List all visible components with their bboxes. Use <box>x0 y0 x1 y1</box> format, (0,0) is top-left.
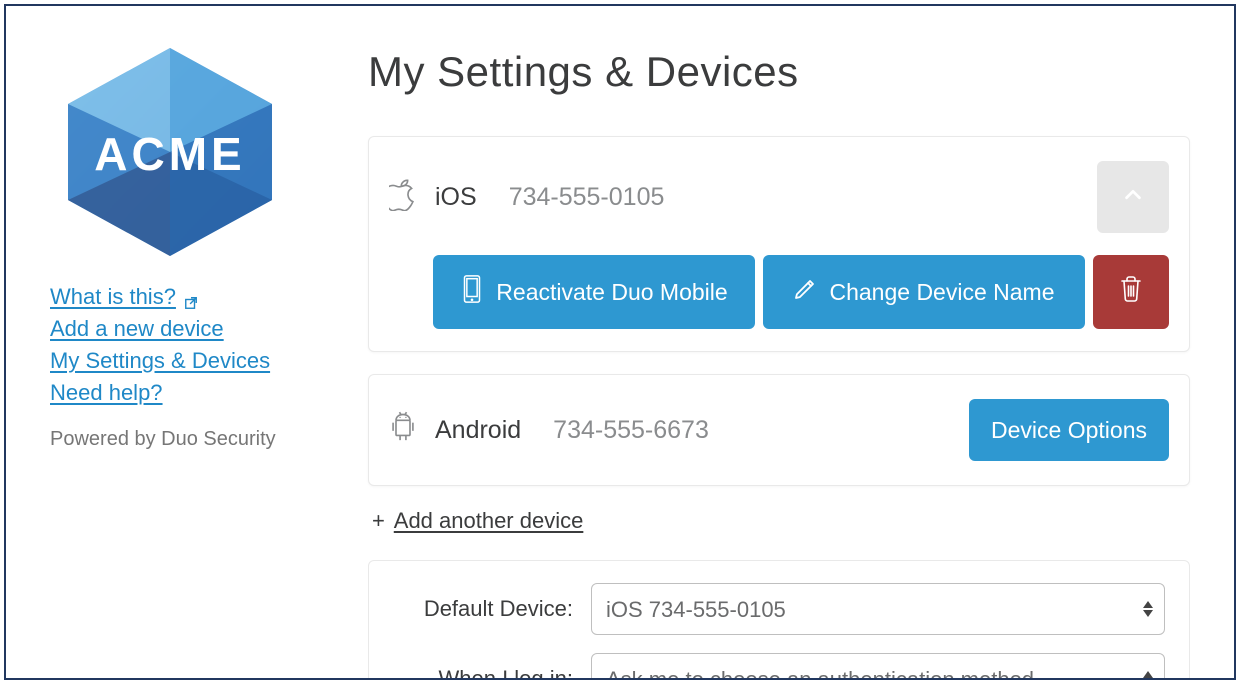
device-phone: 734-555-0105 <box>509 183 665 212</box>
chevron-up-icon <box>1122 184 1144 211</box>
device-actions: Reactivate Duo Mobile Change Device Name <box>369 255 1189 351</box>
android-icon <box>389 411 417 449</box>
device-header: iOS 734-555-0105 <box>369 137 1189 255</box>
settings-frame: ACME What is this? Add a new device My S… <box>4 4 1236 680</box>
sidebar-links: What is this? Add a new device My Settin… <box>50 284 346 406</box>
link-label: Add a new device <box>50 316 224 342</box>
when-login-row: When I log in: Ask me to choose an authe… <box>393 653 1165 680</box>
default-device-select-wrap: iOS 734-555-0105 <box>591 583 1165 635</box>
button-label: Device Options <box>991 417 1147 444</box>
preferences-card: Default Device: iOS 734-555-0105 When I … <box>368 560 1190 680</box>
link-label: Add another device <box>394 508 584 533</box>
default-device-row: Default Device: iOS 734-555-0105 <box>393 583 1165 635</box>
link-label: What is this? <box>50 284 176 310</box>
powered-by-text: Powered by Duo Security <box>50 428 346 451</box>
device-platform: Android <box>435 416 521 445</box>
when-login-label: When I log in: <box>393 666 573 680</box>
acme-hexagon-logo: ACME <box>50 42 290 262</box>
need-help-link[interactable]: Need help? <box>50 380 163 406</box>
main-panel: My Settings & Devices iOS 734-555-0105 <box>346 6 1234 678</box>
device-header: Android 734-555-6673 Device Options <box>369 375 1189 485</box>
external-link-icon <box>184 290 198 304</box>
apple-icon <box>389 178 417 216</box>
reactivate-duo-button[interactable]: Reactivate Duo Mobile <box>433 255 755 329</box>
default-device-label: Default Device: <box>393 596 573 622</box>
change-device-name-button[interactable]: Change Device Name <box>763 255 1085 329</box>
my-settings-devices-link[interactable]: My Settings & Devices <box>50 348 270 374</box>
what-is-this-link[interactable]: What is this? <box>50 284 198 310</box>
device-card-android: Android 734-555-6673 Device Options <box>368 374 1190 486</box>
brand-logo: ACME <box>50 42 346 262</box>
add-another-device: + Add another device <box>372 508 1190 534</box>
add-new-device-link[interactable]: Add a new device <box>50 316 224 342</box>
link-label: Need help? <box>50 380 163 406</box>
plus-icon: + <box>372 508 385 533</box>
phone-icon <box>460 274 484 310</box>
default-device-select[interactable]: iOS 734-555-0105 <box>591 583 1165 635</box>
add-another-device-link[interactable]: Add another device <box>394 508 584 533</box>
device-platform: iOS <box>435 183 477 212</box>
delete-device-button[interactable] <box>1093 255 1169 329</box>
when-login-select[interactable]: Ask me to choose an authentication metho… <box>591 653 1165 680</box>
sidebar: ACME What is this? Add a new device My S… <box>6 6 346 678</box>
when-login-select-wrap: Ask me to choose an authentication metho… <box>591 653 1165 680</box>
pencil-icon <box>793 274 817 310</box>
device-phone: 734-555-6673 <box>553 416 709 445</box>
link-label: My Settings & Devices <box>50 348 270 374</box>
device-options-button[interactable]: Device Options <box>969 399 1169 461</box>
page-title: My Settings & Devices <box>368 48 1190 96</box>
collapse-button[interactable] <box>1097 161 1169 233</box>
button-label: Change Device Name <box>829 279 1054 306</box>
logo-text: ACME <box>94 128 245 180</box>
trash-icon <box>1119 274 1143 310</box>
button-label: Reactivate Duo Mobile <box>496 279 727 306</box>
device-card-ios: iOS 734-555-0105 Reactivate Duo Mobile <box>368 136 1190 352</box>
